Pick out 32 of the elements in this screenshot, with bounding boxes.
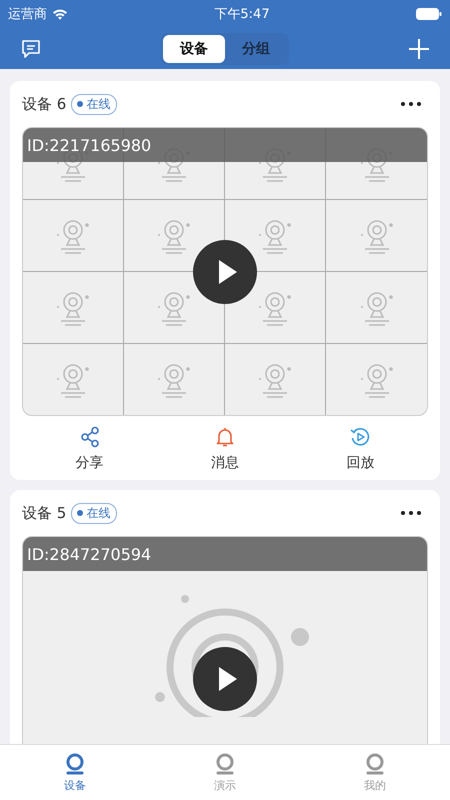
tab-icon: [364, 752, 386, 774]
video-preview[interactable]: ID:2847270594: [22, 536, 428, 744]
segment-tab[interactable]: 分组: [225, 34, 287, 62]
device-name: 设备 5: [22, 504, 66, 522]
segment-tab[interactable]: 设备: [163, 34, 225, 62]
play-icon[interactable]: [193, 240, 257, 304]
carrier-name: 运营商: [8, 6, 47, 23]
device-id: ID:2217165980: [27, 136, 152, 154]
tab-bar-item[interactable]: 演示: [150, 745, 300, 800]
message-icon[interactable]: [20, 38, 42, 60]
play-icon[interactable]: [193, 647, 257, 711]
video-preview[interactable]: ID:2217165980: [22, 127, 428, 416]
status-badge: 在线: [71, 94, 118, 114]
battery-icon: [416, 8, 442, 20]
clock-time: 下午5:47: [214, 6, 270, 23]
tab-bar-item[interactable]: 我的: [300, 745, 450, 800]
action-button[interactable]: 消息: [190, 424, 259, 474]
share-icon: [78, 426, 101, 448]
add-icon[interactable]: [408, 38, 430, 60]
device-id: ID:2847270594: [27, 544, 152, 564]
action-button[interactable]: 回放: [326, 424, 394, 474]
status-badge: 在线: [71, 502, 118, 524]
action-button[interactable]: 分享: [56, 424, 124, 474]
more-icon[interactable]: [400, 101, 422, 107]
tab-bar-item[interactable]: 设备: [0, 745, 150, 800]
wifi-icon: [52, 8, 68, 20]
tab-icon: [64, 752, 86, 774]
replay-icon: [349, 426, 372, 448]
device-name: 设备 6: [22, 94, 66, 114]
bell-icon: [214, 426, 236, 448]
tab-icon: [214, 752, 236, 774]
more-icon[interactable]: [400, 510, 422, 516]
